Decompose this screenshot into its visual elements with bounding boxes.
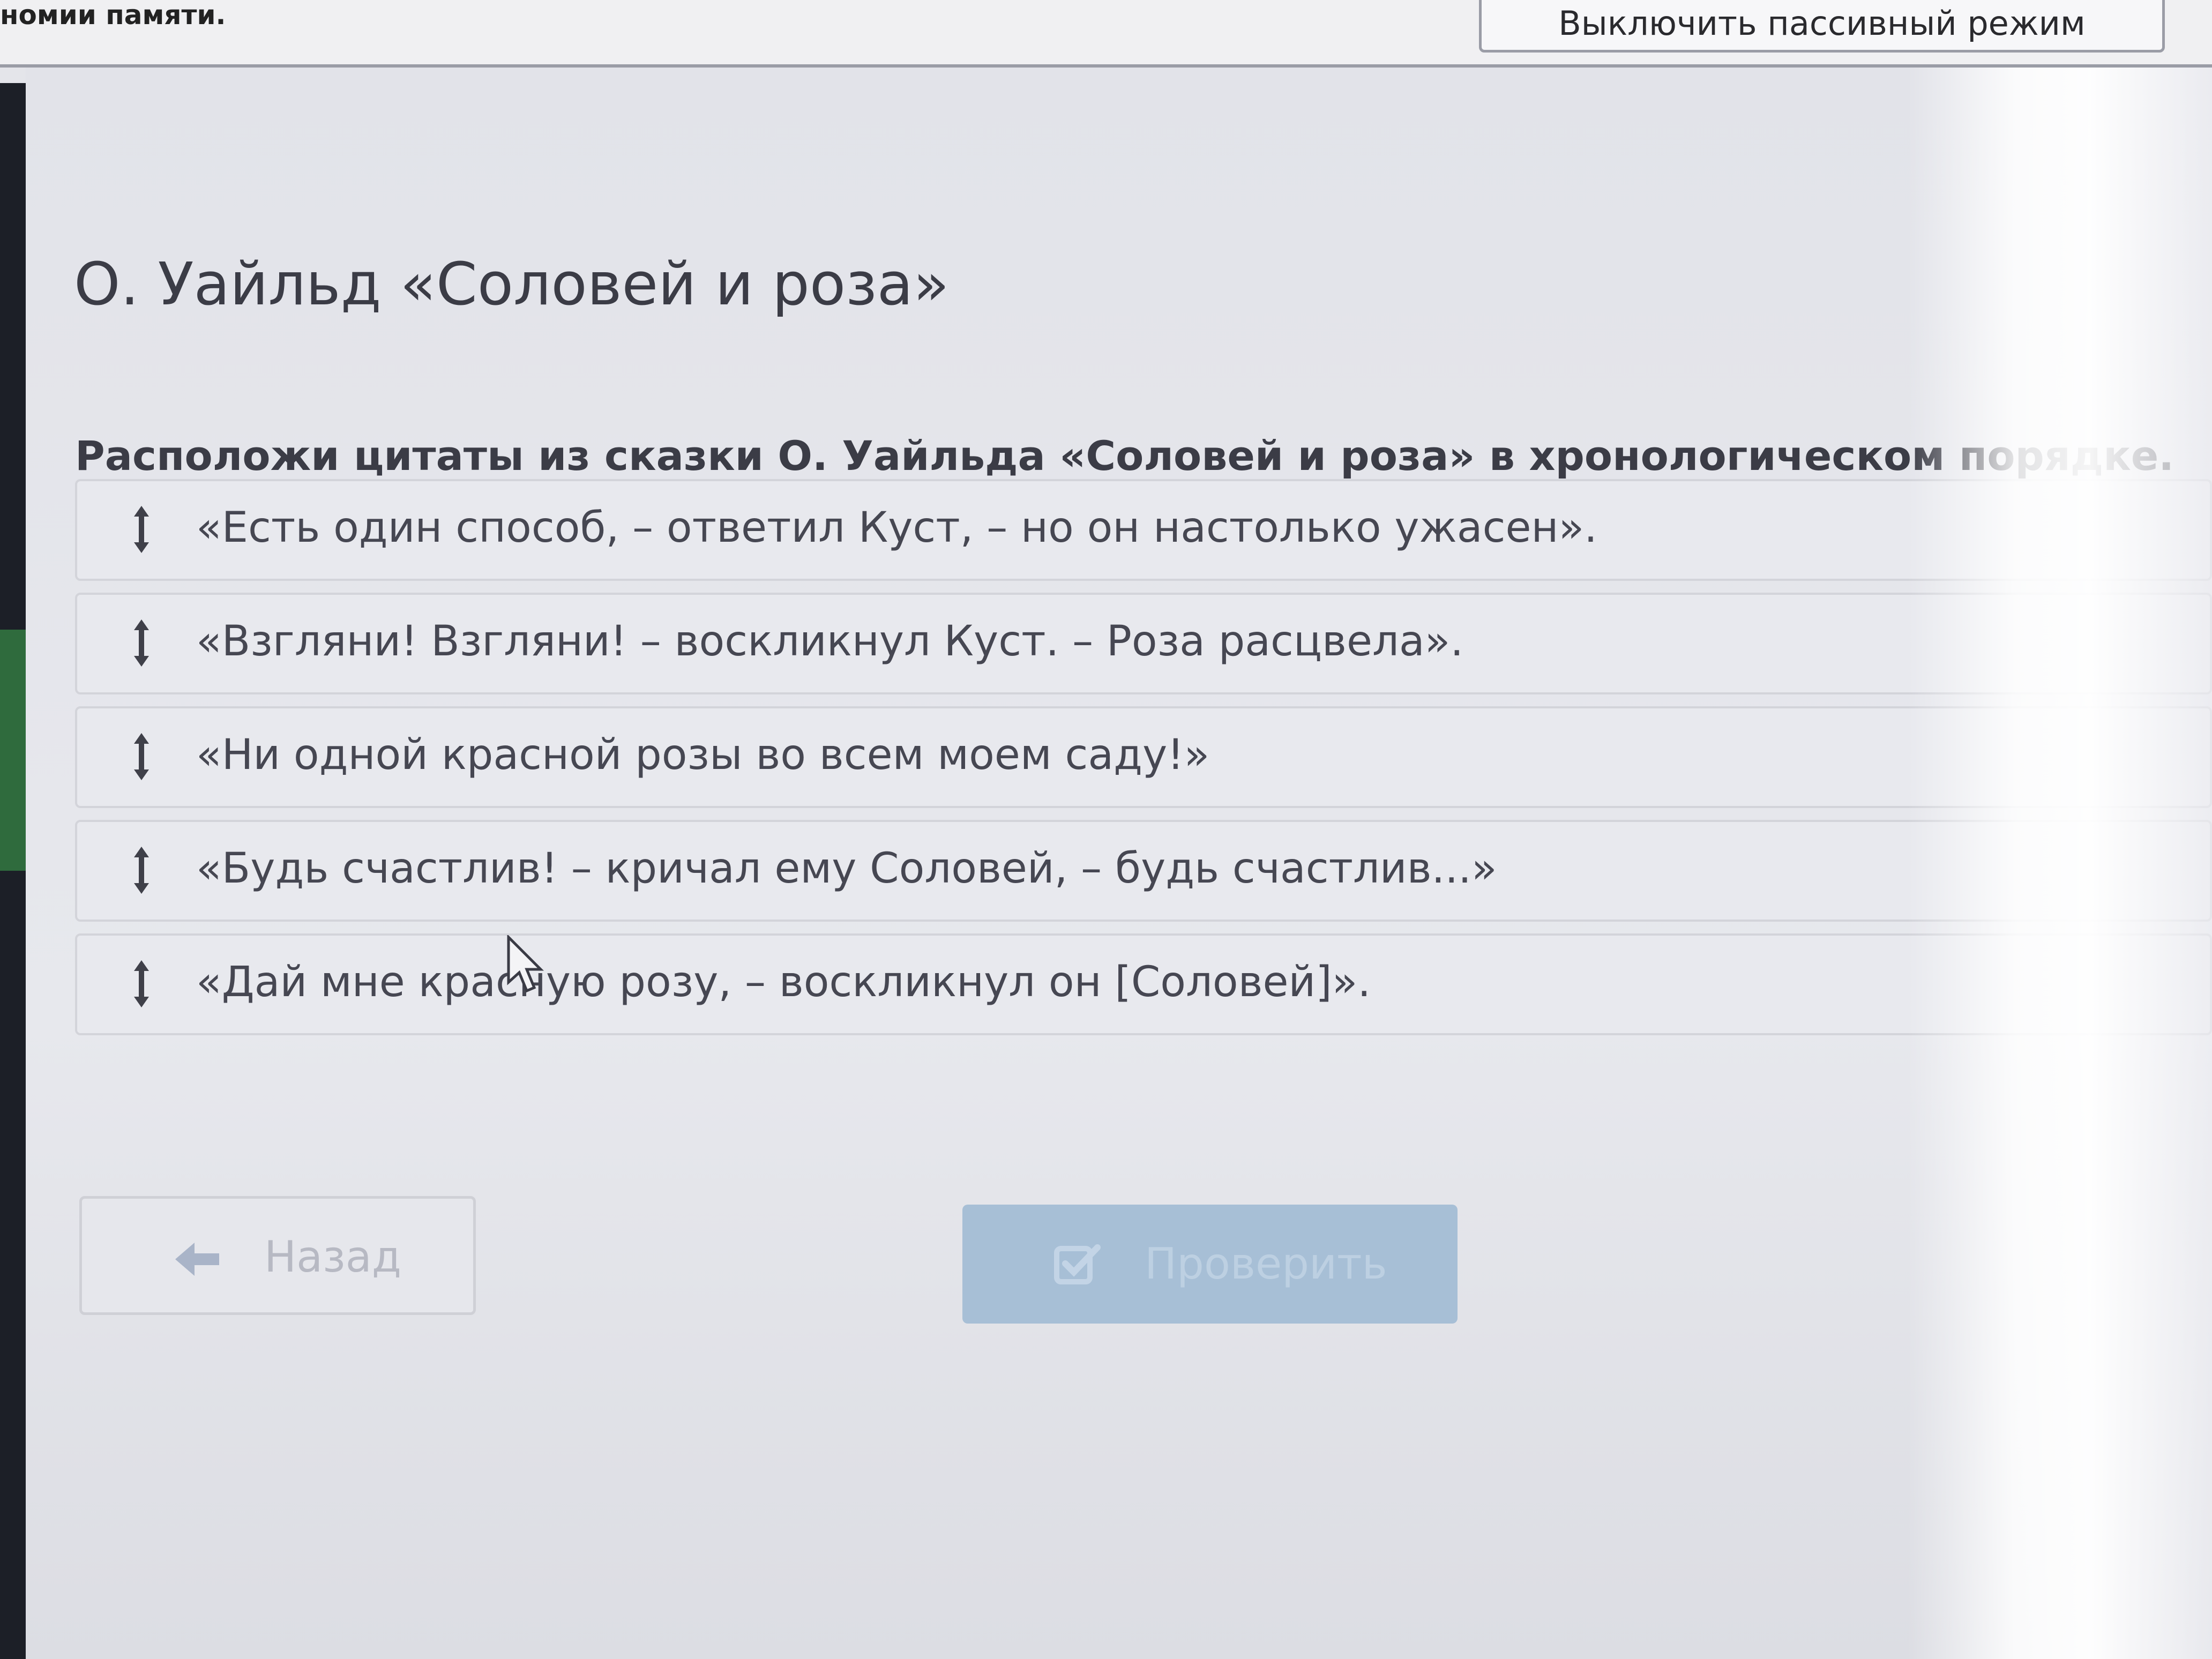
vertical-arrows-icon[interactable] [131,503,152,556]
browser-notification-bar: номии памяти. Выключить пассивный режим … [0,0,2212,106]
quote-item[interactable]: «Будь счастлив! – кричал ему Соловей, – … [75,820,2212,922]
back-button-label: Назад [264,1232,402,1282]
sidebar-accent [0,630,26,871]
quote-text: «Взгляни! Взгляни! – воскликнул Куст. – … [196,617,1464,666]
task-instruction: Расположи цитаты из сказки О. Уайльда «С… [75,432,2174,480]
back-button[interactable]: Назад [79,1196,476,1315]
quote-item[interactable]: «Ни одной красной розы во всем моем саду… [75,706,2212,808]
quote-text: «Будь счастлив! – кричал ему Соловей, – … [196,845,1497,893]
memory-notice-text: номии памяти. [0,0,226,31]
quote-text: «Ни одной красной розы во всем моем саду… [196,731,1210,779]
vertical-arrows-icon[interactable] [131,957,152,1011]
disable-passive-mode-button[interactable]: Выключить пассивный режим вкладки [1479,0,2165,106]
quote-item[interactable]: «Есть один способ, – ответил Куст, – но … [75,479,2212,581]
vertical-arrows-icon[interactable] [131,616,152,670]
vertical-arrows-icon[interactable] [131,843,152,897]
page-title: О. Уайльд «Соловей и роза» [74,250,950,318]
check-answer-button[interactable]: Проверить [962,1205,1458,1324]
quote-item[interactable]: «Дай мне красную розу, – воскликнул он [… [75,933,2212,1035]
quote-text: «Есть один способ, – ответил Куст, – но … [196,504,1597,552]
lesson-content: О. Уайльд «Соловей и роза» Расположи цит… [26,68,2212,1659]
mouse-pointer-icon [506,933,544,996]
sortable-quote-list: «Есть один способ, – ответил Куст, – но … [75,479,2212,1047]
vertical-arrows-icon[interactable] [131,730,152,783]
quote-text: «Дай мне красную розу, – воскликнул он [… [196,958,1371,1006]
quote-item[interactable]: «Взгляни! Взгляни! – воскликнул Куст. – … [75,593,2212,694]
arrow-left-icon [173,1240,221,1280]
check-button-label: Проверить [1145,1239,1387,1289]
checkbox-icon [1053,1243,1102,1288]
left-sidebar-strip [0,83,26,1659]
